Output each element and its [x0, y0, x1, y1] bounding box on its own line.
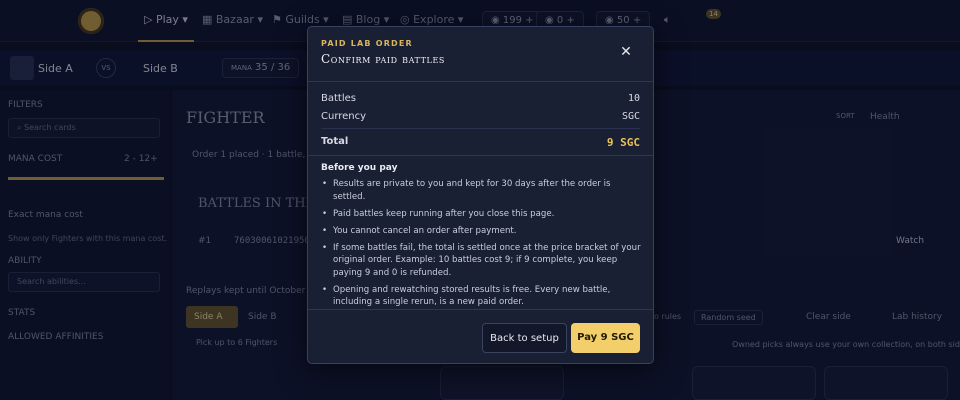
- before-you-pay-heading: Before you pay: [321, 163, 398, 173]
- total-label: Total: [321, 136, 349, 147]
- footer-divider: [308, 309, 653, 310]
- currency-value: SGC: [621, 111, 640, 122]
- currency-row: Currency SGC: [321, 111, 640, 122]
- close-icon[interactable]: ✕: [618, 44, 634, 60]
- total-row: Total 9 SGC: [321, 136, 640, 149]
- section-divider: [308, 155, 653, 156]
- battles-value: 10: [627, 93, 640, 104]
- terms-list: Results are private to you and kept for …: [321, 178, 643, 313]
- list-item: Opening and rewatching stored results is…: [321, 284, 643, 309]
- currency-label: Currency: [321, 111, 367, 122]
- battles-row: Battles 10: [321, 93, 640, 104]
- list-item: You cannot cancel an order after payment…: [321, 225, 643, 238]
- total-value: 9 SGC: [606, 136, 640, 149]
- dialog-title: Confirm paid battles: [321, 52, 445, 66]
- list-item: Results are private to you and kept for …: [321, 178, 643, 203]
- summary-divider: [321, 128, 640, 129]
- list-item: If some battles fail, the total is settl…: [321, 242, 643, 280]
- back-to-setup-button[interactable]: Back to setup: [482, 323, 567, 353]
- header-divider: [308, 81, 653, 82]
- battles-label: Battles: [321, 93, 356, 104]
- confirm-paid-battles-dialog: PAID LAB ORDER Confirm paid battles ✕ Ba…: [307, 26, 654, 364]
- pay-button[interactable]: Pay 9 SGC: [571, 323, 640, 353]
- list-item: Paid battles keep running after you clos…: [321, 208, 643, 221]
- dialog-eyebrow: PAID LAB ORDER: [321, 39, 413, 48]
